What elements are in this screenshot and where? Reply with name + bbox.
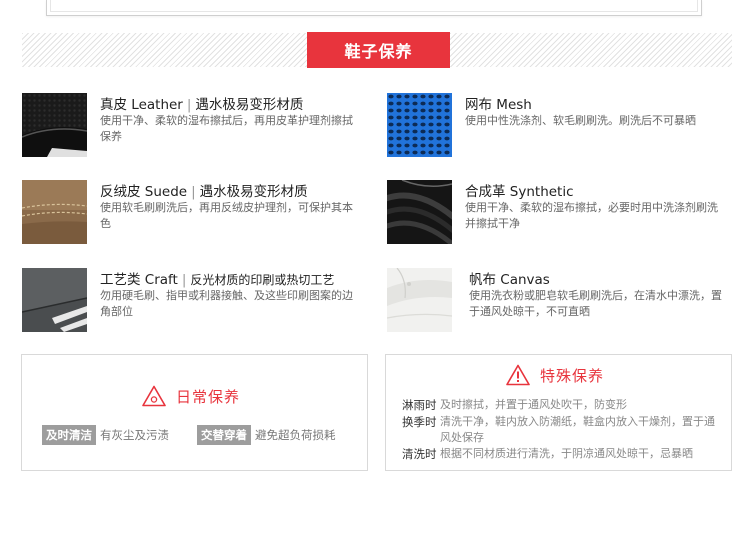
care-item-title: 帆布 Canvas [469, 268, 550, 288]
material-note: 遇水极易变形材质 [195, 97, 304, 113]
top-frame [46, 0, 702, 16]
hatch-decoration-left [22, 33, 307, 67]
special-care-label: 换季时 [402, 415, 437, 429]
material-description: 使用干净、柔软的湿布擦拭，必要时用中洗涤剂刷洗并擦拭干净 [465, 201, 718, 230]
section-banner: 鞋子保养 [307, 32, 450, 68]
care-item-title: 工艺类 Craft | 反光材质的印刷或热切工艺 [100, 268, 334, 288]
daily-care-box: 日常保养 及时清洁 有灰尘及污渍 交替穿着 避免超负荷损耗 [21, 354, 368, 471]
care-item-suede: 反绒皮 Suede | 遇水极易变形材质 使用软毛刷刷洗后，再用反绒皮护理剂，可保护… [22, 180, 362, 246]
material-description: 使用干净、柔软的湿布擦拭后，再用皮革护理剂擦拭保养 [100, 114, 353, 143]
special-care-row: 淋雨时 及时擦拭，并置于通风处吹干，防变形 [402, 397, 740, 413]
mesh-texture-image [387, 93, 452, 157]
craft-texture-image [22, 268, 87, 332]
daily-care-items: 及时清洁 有灰尘及污渍 交替穿着 避免超负荷损耗 [42, 425, 336, 445]
material-note: 遇水极易变形材质 [199, 184, 308, 200]
warning-exclamation-icon [506, 364, 530, 386]
material-description: 使用软毛刷刷洗后，再用反绒皮护理剂，可保护其本色 [100, 201, 353, 230]
material-note: 反光材质的印刷或热切工艺 [190, 273, 335, 287]
material-name: 帆布 Canvas [469, 272, 550, 288]
care-item-title: 合成革 Synthetic [465, 180, 574, 200]
care-item-title: 真皮 Leather | 遇水极易变形材质 [100, 93, 303, 113]
section-banner-title: 鞋子保养 [344, 42, 413, 61]
special-care-text: 根据不同材质进行清洗，于阴凉通风处晾干，忌暴晒 [440, 447, 693, 460]
canvas-texture-image [387, 268, 452, 332]
care-item-title: 网布 Mesh [465, 93, 532, 113]
daily-tag-text: 避免超负荷损耗 [255, 428, 336, 442]
special-care-box: 特殊保养 淋雨时 及时擦拭，并置于通风处吹干，防变形 换季时 清洗干净，鞋内放入… [385, 354, 732, 471]
material-name: 合成革 Synthetic [465, 184, 574, 200]
synthetic-texture-image [387, 180, 452, 244]
special-care-label: 清洗时 [402, 447, 437, 461]
material-name: 网布 Mesh [465, 97, 532, 113]
material-name: 反绒皮 Suede [100, 184, 188, 200]
daily-care-title: 日常保养 [176, 387, 241, 406]
care-item-craft: 工艺类 Craft | 反光材质的印刷或热切工艺 勿用硬毛刷、指甲或利器接触、及这些… [22, 268, 362, 334]
daily-care-header: 日常保养 [142, 385, 240, 407]
special-care-title: 特殊保养 [540, 366, 605, 385]
care-item-synthetic: 合成革 Synthetic 使用干净、柔软的湿布擦拭，必要时用中洗涤剂刷洗并擦拭… [387, 180, 727, 246]
care-item-canvas: 帆布 Canvas 使用洗衣粉或肥皂软毛刷刷洗后，在清水中漂洗，置于通风处晾干，… [387, 268, 727, 334]
leather-texture-image [22, 93, 87, 157]
title-separator: | [191, 184, 196, 200]
warning-triangle-icon [142, 385, 166, 407]
title-separator: | [181, 272, 187, 288]
special-care-row: 换季时 清洗干净，鞋内放入防潮纸，鞋盒内放入干燥剂，置于通风处保存 [402, 414, 720, 445]
special-care-row: 清洗时 根据不同材质进行清洗，于阴凉通风处晾干，忌暴晒 [402, 446, 740, 462]
special-care-text: 清洗干净，鞋内放入防潮纸，鞋盒内放入干燥剂，置于通风处保存 [440, 415, 715, 444]
special-care-text: 及时擦拭，并置于通风处吹干，防变形 [440, 398, 627, 411]
care-item-title: 反绒皮 Suede | 遇水极易变形材质 [100, 180, 308, 200]
hatch-decoration-right [450, 33, 732, 67]
material-name: 真皮 Leather [100, 97, 183, 113]
material-description: 使用洗衣粉或肥皂软毛刷刷洗后，在清水中漂洗，置于通风处晾干，不可直晒 [469, 289, 722, 318]
title-separator: | [186, 97, 192, 113]
suede-texture-image [22, 180, 87, 244]
material-description: 勿用硬毛刷、指甲或利器接触、及这些印刷图案的边角部位 [100, 289, 353, 318]
daily-tag: 及时清洁 [42, 425, 96, 445]
care-item-mesh: 网布 Mesh 使用中性洗涤剂、软毛刷刷洗。刷洗后不可暴晒 [387, 93, 727, 159]
special-care-header: 特殊保养 [506, 364, 604, 386]
daily-tag-text: 有灰尘及污渍 [100, 428, 169, 442]
special-care-label: 淋雨时 [402, 398, 437, 412]
material-description: 使用中性洗涤剂、软毛刷刷洗。刷洗后不可暴晒 [465, 114, 696, 127]
daily-tag: 交替穿着 [197, 425, 251, 445]
care-item-leather: 真皮 Leather | 遇水极易变形材质 使用干净、柔软的湿布擦拭后，再用皮革护理… [22, 93, 362, 159]
material-name: 工艺类 Craft [100, 272, 178, 288]
